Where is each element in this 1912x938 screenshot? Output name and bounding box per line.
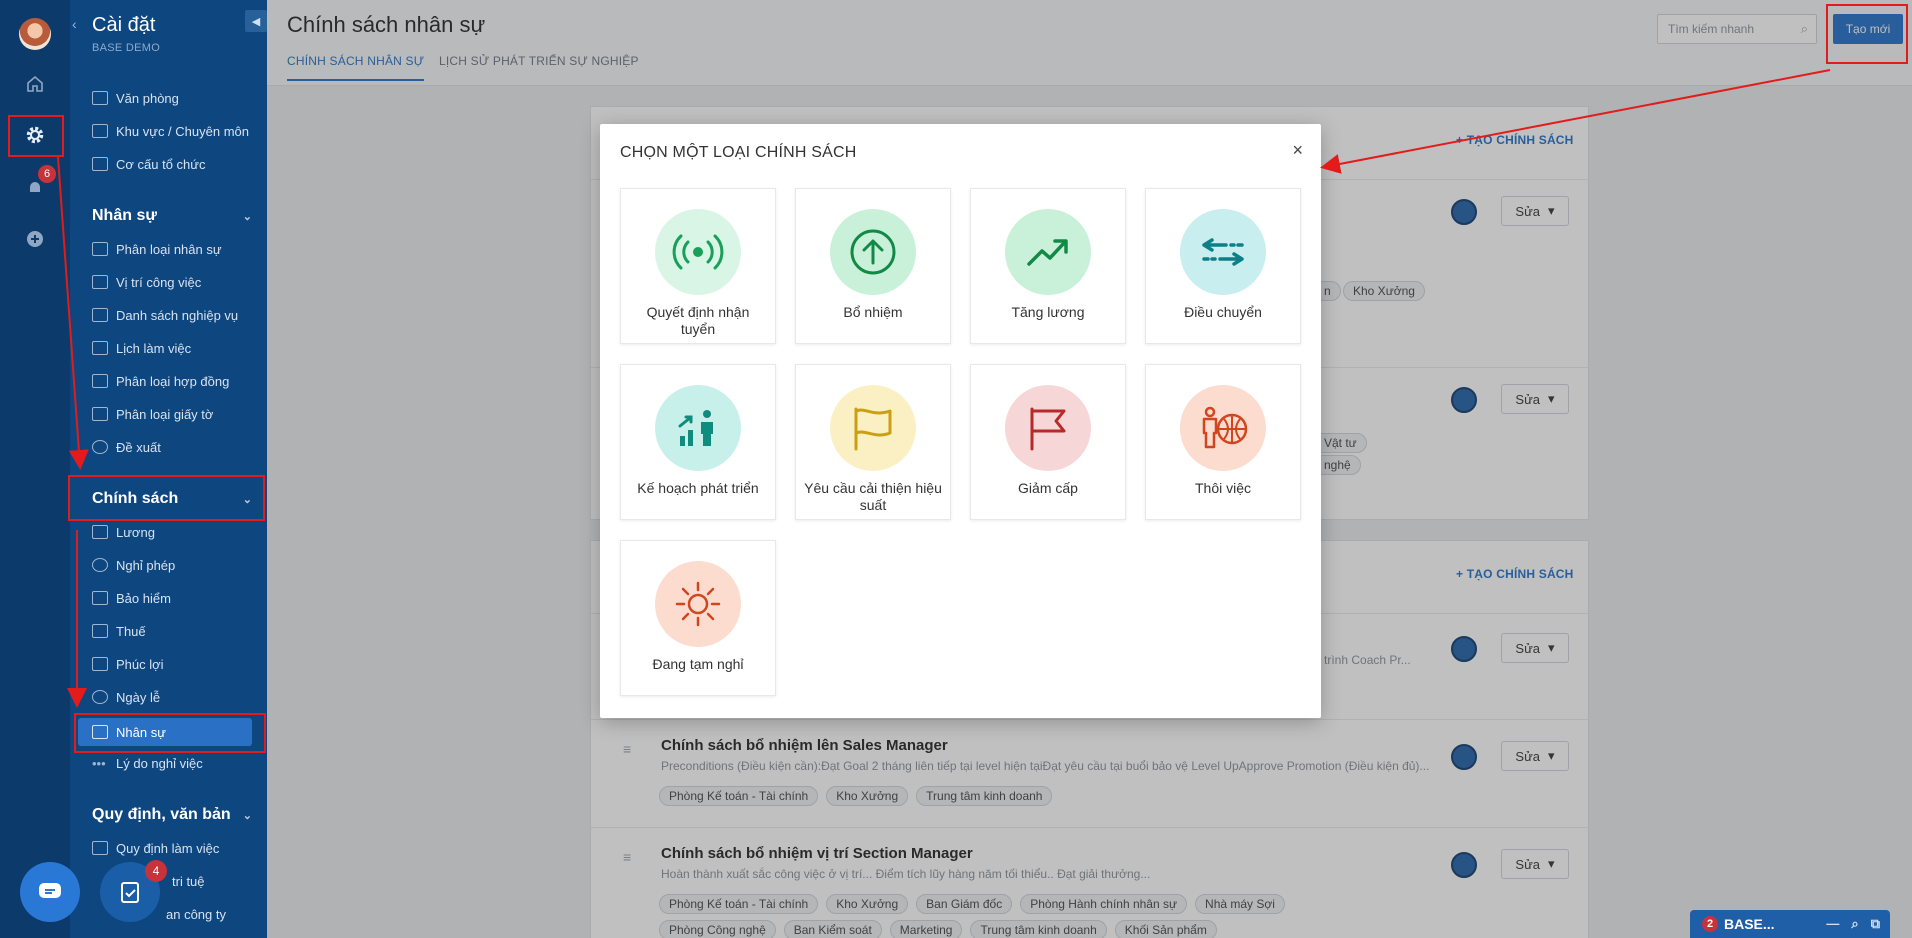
sidebar-item-job-position[interactable]: Vị trí công việc [92,270,201,294]
minimize-icon[interactable]: — [1826,916,1839,932]
sidebar-subtitle: BASE DEMO [92,42,161,54]
policy-type-modal: CHỌN MỘT LOẠI CHÍNH SÁCH × Quyết định nh… [600,124,1321,718]
avatar[interactable] [19,18,51,50]
option-appointment[interactable]: Bổ nhiệm [795,188,951,344]
file-icon [92,407,108,421]
sidebar-item-org-structure[interactable]: Cơ cấu tổ chức [92,152,205,176]
add-circle-icon[interactable] [21,225,49,253]
sidebar-section-rules[interactable]: Quy định, văn bản ⌄ [92,803,252,827]
sidebar-item-paper-type[interactable]: Phân loại giấy tờ [92,402,213,426]
sidebar-item-proposal[interactable]: Đề xuất [92,435,161,459]
sidebar-item-schedule[interactable]: Lịch làm việc [92,336,191,360]
annotation-box [8,115,64,157]
sidebar-item-salary[interactable]: Lương [92,520,155,544]
option-label: Điều chuyển [1184,304,1262,320]
building-icon [92,91,108,105]
task-badge: 4 [145,860,167,882]
option-label: Thôi việc [1194,480,1252,496]
option-recruitment[interactable]: Quyết định nhận tuyển [620,188,776,344]
flag-icon [1005,385,1091,471]
calendar-icon [92,341,108,355]
option-label: Bổ nhiệm [843,304,903,320]
option-development-plan[interactable]: Kế hoạch phát triển [620,364,776,520]
option-temporary-leave[interactable]: Đang tạm nghỉ [620,540,776,696]
option-label: Quyết định nhận tuyển [646,304,750,337]
widget-badge: 2 [1702,916,1718,932]
wallet-icon [92,525,108,539]
clock-icon [92,558,108,572]
book-icon [92,841,108,855]
chat-icon [39,883,61,898]
annotation-box [74,713,266,753]
sidebar-item-work-rules[interactable]: Quy định làm việc [92,836,219,860]
arrow-up-circle-icon [830,209,916,295]
shield-icon [92,591,108,605]
chat-bubble-button[interactable] [20,862,80,922]
option-label: Kế hoạch phát triển [637,480,759,496]
person-globe-icon [1180,385,1266,471]
sidebar-item-contract-type[interactable]: Phân loại hợp đồng [92,369,229,393]
back-chevron-icon[interactable]: ‹ [72,16,77,32]
sidebar-title: Cài đặt [92,14,156,36]
search-icon[interactable]: ⌕ [1851,916,1858,932]
option-label: Tăng lương [1011,304,1085,320]
flag-wave-icon [830,385,916,471]
collapse-sidebar-button[interactable]: ◀ [245,10,267,32]
sidebar-item-area[interactable]: Khu vực / Chuyên môn [92,119,249,143]
sidebar-item-leave[interactable]: Nghỉ phép [92,553,175,577]
sun-icon [655,561,741,647]
annotation-box [1826,4,1908,64]
close-icon[interactable]: × [1292,140,1303,161]
growth-person-icon [655,385,741,471]
option-demotion[interactable]: Giảm cấp [970,364,1126,520]
check-circle-icon [92,690,108,704]
trend-up-icon [1005,209,1091,295]
home-icon[interactable] [21,70,49,98]
option-label: Đang tạm nghỉ [652,656,744,672]
chevron-down-icon: ⌄ [242,210,252,223]
option-resignation[interactable]: Thôi việc [1145,364,1301,520]
document-icon [92,374,108,388]
sidebar-item-welfare[interactable]: Phúc lợi [92,652,164,676]
sidebar-item-duties[interactable]: Danh sách nghiệp vụ [92,303,238,327]
receipt-icon [92,624,108,638]
briefcase-icon [92,275,108,289]
chevron-down-icon: ⌄ [242,809,252,822]
org-chart-icon [92,157,108,171]
sidebar-section-hr[interactable]: Nhân sự ⌄ [92,204,252,228]
gift-icon [92,657,108,671]
option-transfer[interactable]: Điều chuyển [1145,188,1301,344]
sidebar-item-tax[interactable]: Thuế [92,619,146,643]
transfer-arrows-icon [1180,209,1266,295]
sidebar-item-insurance[interactable]: Bảo hiểm [92,586,171,610]
modal-title: CHỌN MỘT LOẠI CHÍNH SÁCH [620,144,857,161]
sidebar-item-resign-reason[interactable]: ••• Lý do nghỉ việc [92,751,203,775]
option-raise[interactable]: Tăng lương [970,188,1126,344]
sidebar-item-holiday[interactable]: Ngày lễ [92,685,160,709]
option-performance-improvement[interactable]: Yêu cầu cải thiện hiệu suất [795,364,951,520]
option-label: Yêu cầu cải thiện hiệu suất [804,480,942,513]
annotation-box [68,475,265,521]
broadcast-icon [655,209,741,295]
sidebar-item-company[interactable]: an công ty [166,902,226,926]
notification-badge: 6 [38,165,56,183]
widget-label: BASE... [1724,916,1775,932]
popout-icon[interactable]: ⧉ [1871,916,1880,932]
sidebar-item-ip[interactable]: tri tuệ [172,869,205,893]
person-icon [92,242,108,256]
base-chat-widget[interactable]: 2 BASE... — ⌕ ⧉ [1690,910,1890,938]
cube-icon [92,124,108,138]
dots-icon: ••• [92,756,106,771]
sidebar-item-hr-type[interactable]: Phân loại nhân sự [92,237,222,261]
sidebar-item-office[interactable]: Văn phòng [92,86,179,110]
option-label: Giảm cấp [1018,480,1078,496]
list-icon [92,308,108,322]
broadcast-icon [92,440,108,454]
clipboard-check-icon [121,882,139,903]
